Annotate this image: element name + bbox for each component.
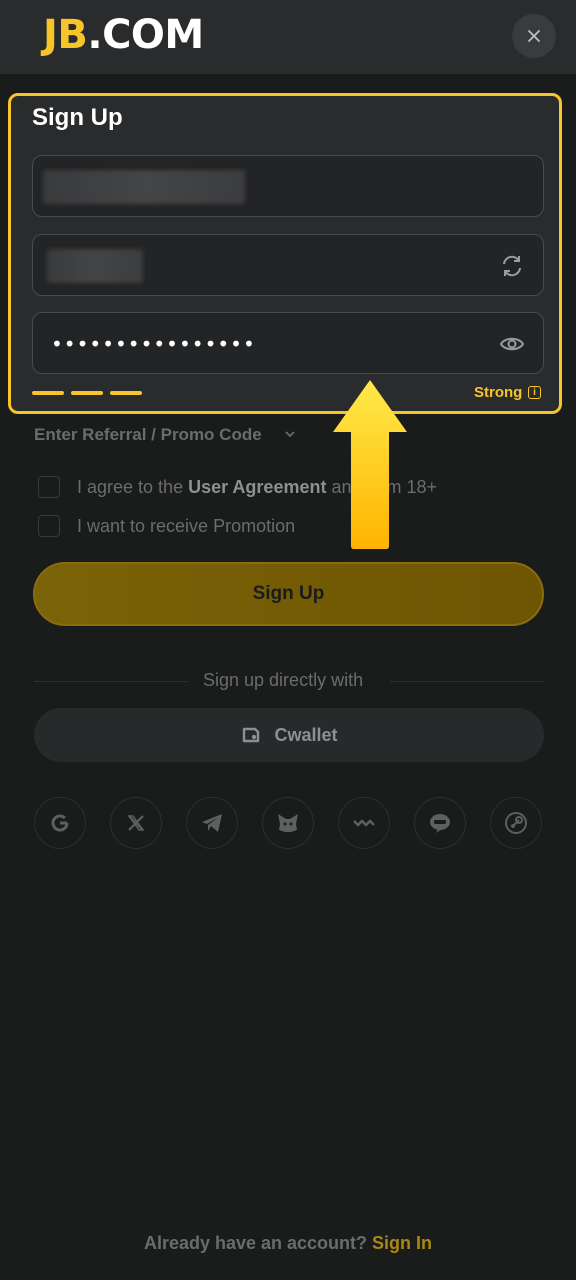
site-logo: JB.COM bbox=[43, 12, 204, 58]
walletconnect-login-button[interactable] bbox=[338, 797, 390, 849]
sign-in-link[interactable]: Sign In bbox=[372, 1233, 432, 1253]
steam-login-button[interactable] bbox=[490, 797, 542, 849]
sign-up-button[interactable]: Sign Up bbox=[33, 562, 544, 626]
x-icon bbox=[127, 815, 145, 831]
line-icon bbox=[430, 814, 450, 833]
password-value: •••••••••••••••• bbox=[51, 332, 256, 356]
page-title: Sign Up bbox=[32, 104, 123, 131]
refresh-icon[interactable] bbox=[499, 253, 525, 279]
arrow-up-icon bbox=[333, 380, 407, 549]
telegram-login-button[interactable] bbox=[186, 797, 238, 849]
google-icon bbox=[51, 814, 69, 832]
chevron-down-icon[interactable] bbox=[284, 428, 296, 440]
google-login-button[interactable] bbox=[34, 797, 86, 849]
eye-icon[interactable] bbox=[499, 331, 525, 357]
metamask-login-button[interactable] bbox=[262, 797, 314, 849]
close-button[interactable] bbox=[512, 14, 556, 58]
cwallet-label: Cwallet bbox=[274, 724, 338, 745]
divider-left bbox=[34, 681, 188, 682]
referral-toggle[interactable]: Enter Referral / Promo Code bbox=[34, 425, 262, 445]
steam-icon bbox=[505, 812, 527, 834]
divider-right bbox=[390, 681, 544, 682]
agree-checkbox[interactable] bbox=[38, 476, 60, 498]
telegram-icon bbox=[202, 814, 222, 832]
metamask-icon bbox=[278, 814, 298, 832]
cwallet-button[interactable]: Cwallet bbox=[34, 708, 544, 762]
strength-bar-2 bbox=[71, 391, 103, 395]
username-field[interactable] bbox=[32, 234, 544, 296]
user-agreement-link[interactable]: User Agreement bbox=[188, 477, 326, 497]
strength-bar-3 bbox=[110, 391, 142, 395]
strength-bar-1 bbox=[32, 391, 64, 395]
redacted-email bbox=[43, 170, 245, 204]
redacted-username bbox=[47, 249, 143, 283]
promotion-label: I want to receive Promotion bbox=[77, 516, 296, 536]
walletconnect-icon bbox=[353, 819, 375, 827]
divider-text: Sign up directly with bbox=[203, 670, 364, 690]
promotion-checkbox[interactable] bbox=[38, 515, 60, 537]
password-strength-label: Strong bbox=[474, 384, 523, 401]
cwallet-icon bbox=[243, 727, 260, 743]
email-field[interactable] bbox=[32, 155, 544, 217]
x-login-button[interactable] bbox=[110, 797, 162, 849]
password-field[interactable]: •••••••••••••••• bbox=[32, 312, 544, 374]
close-icon bbox=[528, 30, 540, 42]
line-login-button[interactable] bbox=[414, 797, 466, 849]
info-icon[interactable]: i bbox=[528, 386, 541, 399]
sign-in-prompt: Already have an account? Sign In bbox=[143, 1233, 433, 1253]
